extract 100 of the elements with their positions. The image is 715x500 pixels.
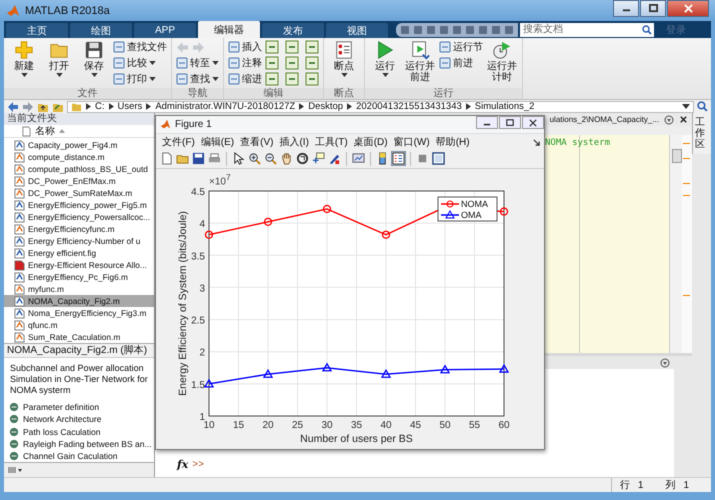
- edit-tool-icon[interactable]: [285, 56, 299, 70]
- menu-item[interactable]: 窗口(W): [394, 135, 430, 150]
- file-row[interactable]: compute_distance.m: [4, 151, 154, 163]
- legend-icon[interactable]: [392, 152, 405, 166]
- maximize-button[interactable]: [640, 0, 666, 17]
- ribbon-tab[interactable]: 视图: [326, 23, 388, 38]
- menu-item[interactable]: 查看(V): [240, 135, 274, 150]
- ribbon-button[interactable]: 转至: [176, 56, 219, 70]
- ribbon-tab[interactable]: 绘图: [70, 23, 132, 38]
- column-header[interactable]: 名称: [35, 124, 55, 138]
- close-icon[interactable]: [679, 115, 688, 124]
- ribbon-button[interactable]: 缩进: [228, 72, 262, 86]
- ribbon-button[interactable]: 查找: [176, 72, 219, 86]
- section-link[interactable]: Parameter definition: [23, 402, 100, 412]
- file-row[interactable]: NOMA_Capacity_Fig2.m: [4, 295, 154, 307]
- file-row[interactable]: qfunc.m: [4, 319, 154, 331]
- zoom-in-icon[interactable]: [248, 152, 261, 166]
- menu-item[interactable]: 桌面(D): [354, 135, 388, 150]
- path-segment[interactable]: C:: [95, 101, 104, 112]
- dropdown-circle-icon[interactable]: [660, 358, 670, 368]
- section-link[interactable]: Network Architecture: [23, 414, 102, 424]
- menu-item[interactable]: 编辑(E): [200, 135, 234, 150]
- ribbon-button[interactable]: 插入: [228, 40, 262, 54]
- file-row[interactable]: Energy-Efficient Resource Allo...: [4, 259, 154, 271]
- ribbon-button[interactable]: 前进: [439, 56, 483, 70]
- ribbon-button[interactable]: 注释: [228, 56, 262, 70]
- section-link[interactable]: Path loss Caculation: [23, 426, 100, 437]
- close-button[interactable]: [522, 116, 544, 129]
- maximize-button[interactable]: [499, 116, 521, 129]
- ribbon-button[interactable]: 新建: [8, 40, 40, 88]
- file-row[interactable]: Sum_Rate_Caculation.m: [4, 331, 154, 343]
- ribbon-tab[interactable]: 发布: [262, 23, 324, 38]
- search-field[interactable]: 搜索文档: [520, 22, 640, 36]
- section-link[interactable]: Channel Gain Caculation: [23, 451, 118, 462]
- close-button[interactable]: [667, 0, 709, 17]
- ribbon-button[interactable]: 打开: [43, 40, 75, 88]
- panel-menu-icon[interactable]: [8, 466, 22, 474]
- ribbon-button[interactable]: 保存: [78, 40, 110, 88]
- zoom-out-icon[interactable]: [264, 152, 277, 166]
- scrollbar[interactable]: [670, 135, 682, 353]
- file-row[interactable]: myfunc.m: [4, 283, 154, 295]
- dock-arrow-icon[interactable]: [533, 138, 540, 146]
- edit-tool-icon[interactable]: [265, 72, 279, 86]
- ribbon-button[interactable]: 比较: [113, 56, 167, 70]
- rotate-icon[interactable]: [296, 152, 309, 166]
- back-arrow-icon[interactable]: [7, 100, 19, 112]
- path-segment[interactable]: Desktop: [308, 101, 344, 112]
- ribbon-button[interactable]: 运行节: [439, 40, 483, 54]
- file-row[interactable]: Noma_EnergyEfficiency_Fig3.m: [4, 307, 154, 319]
- file-row[interactable]: Capacity_power_Fig4.m: [4, 139, 154, 151]
- file-row[interactable]: compute_pathloss_BS_UE_outd: [4, 163, 154, 175]
- link-plot-icon[interactable]: [352, 152, 365, 166]
- file-row[interactable]: DC_Power_EnEfMax.m: [4, 175, 154, 187]
- side-tab[interactable]: 工作区: [692, 113, 711, 154]
- menu-item[interactable]: 插入(I): [279, 135, 309, 150]
- edit-tool-icon[interactable]: [305, 56, 319, 70]
- file-row[interactable]: EnergyEffiency_Pc_Fig6.m: [4, 271, 154, 283]
- file-row[interactable]: EnergyEfficiency_Powersallcoc...: [4, 211, 154, 223]
- ribbon-button[interactable]: 运行并 计时: [486, 40, 518, 88]
- edit-tool-icon[interactable]: [305, 72, 319, 86]
- edit-tool-icon[interactable]: [285, 40, 299, 54]
- menu-item[interactable]: 帮助(H): [436, 135, 470, 150]
- edit-tool-icon[interactable]: [285, 72, 299, 86]
- section-link[interactable]: Rayleigh Fading between BS an...: [23, 438, 152, 449]
- function-browser-icon[interactable]: fx: [177, 458, 188, 471]
- ribbon-tab[interactable]: 主页: [6, 23, 68, 38]
- search-icon[interactable]: [640, 22, 654, 36]
- menu-item[interactable]: 工具(T): [314, 135, 348, 150]
- ribbon-tab[interactable]: 编辑器: [198, 21, 260, 38]
- window-icon[interactable]: [432, 152, 445, 166]
- ribbon-button[interactable]: 运行: [369, 40, 401, 88]
- file-row[interactable]: DC_Power_SumRateMax.m: [4, 187, 154, 199]
- path-segment[interactable]: Administrator.WIN7U-20180127Z: [155, 101, 296, 112]
- pointer-icon[interactable]: [232, 152, 245, 166]
- edit-tool-icon[interactable]: [265, 56, 279, 70]
- ribbon-button[interactable]: 打印: [113, 72, 167, 86]
- address-field[interactable]: C: Users Administrator.WIN7U-20180127Z Desktop 20200413215513431343 Simulations_2: [67, 100, 694, 112]
- menu-item[interactable]: 文件(F): [162, 135, 195, 150]
- minimize-button[interactable]: [613, 0, 639, 17]
- caret-icon[interactable]: [682, 104, 690, 109]
- edit-tool-icon[interactable]: [305, 40, 319, 54]
- new-file-icon[interactable]: [160, 152, 173, 166]
- minimize-button[interactable]: [476, 116, 498, 129]
- ribbon-button[interactable]: 断点: [328, 40, 360, 88]
- file-row[interactable]: EnergyEfficiency_power_Fig5.m: [4, 199, 154, 211]
- file-row[interactable]: EnergyEfficiencyfunc.m: [4, 223, 154, 235]
- file-row[interactable]: Energy Efficiency-Number of u: [4, 235, 154, 247]
- hand-icon[interactable]: [280, 152, 293, 166]
- path-segment[interactable]: 20200413215513431343: [356, 101, 462, 112]
- path-segment[interactable]: Users: [118, 101, 142, 112]
- data-cursor-icon[interactable]: [312, 152, 325, 166]
- file-row[interactable]: Energy efficient.fig: [4, 247, 154, 259]
- ribbon-tab[interactable]: APP: [134, 23, 196, 38]
- brush-icon[interactable]: [328, 152, 341, 166]
- ribbon-button[interactable]: 运行并 前进: [404, 40, 436, 88]
- edit-tool-icon[interactable]: [265, 40, 279, 54]
- search-icon[interactable]: [697, 101, 708, 112]
- dropdown-circle-icon[interactable]: [664, 114, 674, 124]
- path-segment[interactable]: Simulations_2: [474, 101, 534, 112]
- ribbon-button[interactable]: 查找文件: [113, 40, 167, 54]
